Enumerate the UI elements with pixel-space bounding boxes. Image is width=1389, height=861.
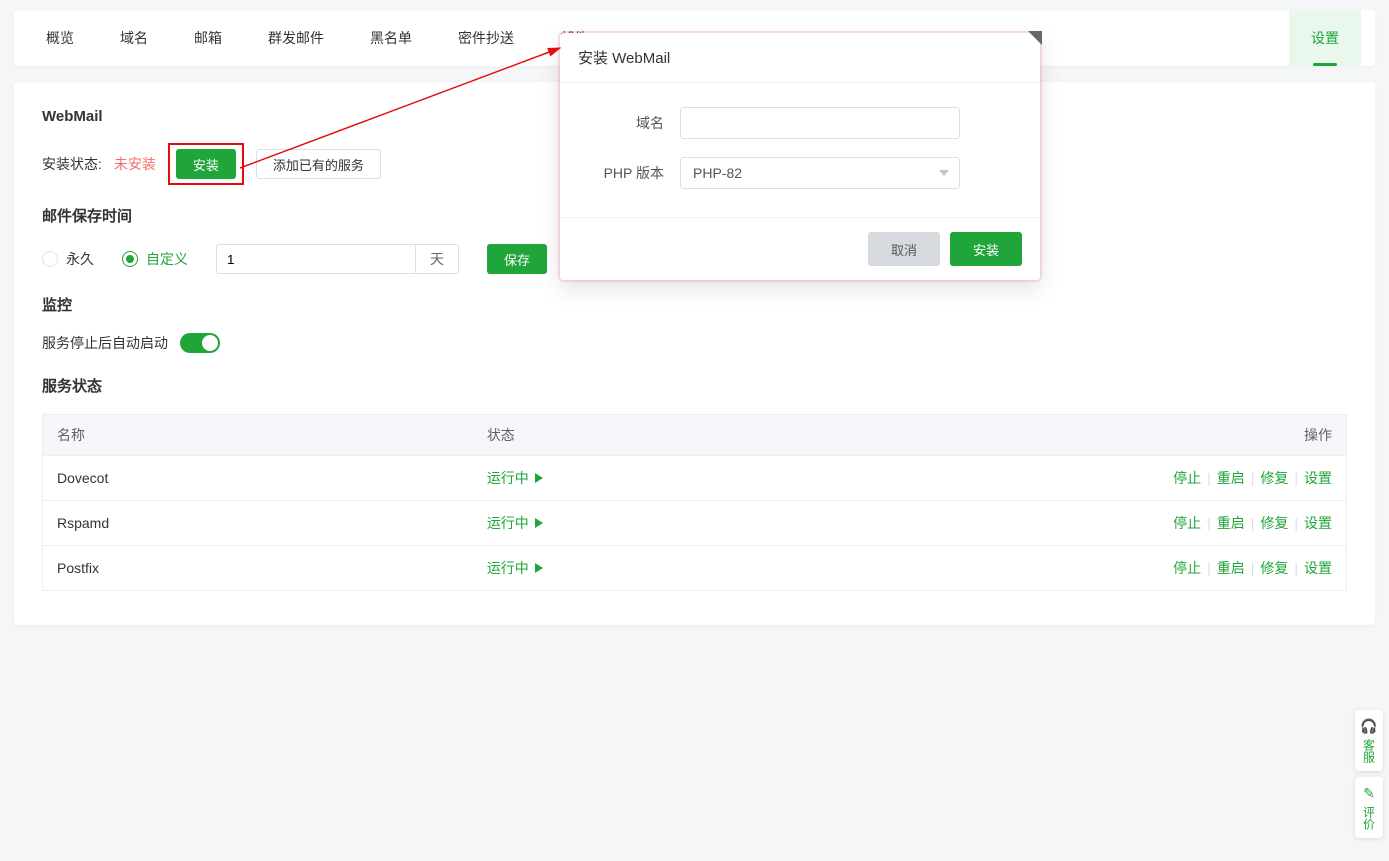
separator: | [1207,560,1211,576]
radio-custom[interactable]: 自定义 [122,249,188,269]
install-status-label: 安装状态: [42,154,102,174]
status-text: 运行中 [487,558,529,578]
tab-overview[interactable]: 概览 [28,10,92,66]
radio-forever[interactable]: 永久 [42,249,94,269]
svc-repair-link[interactable]: 修复 [1260,470,1288,486]
col-op: 操作 [1060,415,1347,456]
dialog-title-text: 安装 WebMail [578,50,670,67]
retention-value-input[interactable] [216,244,416,274]
monitor-title: 监控 [42,294,1347,315]
dialog-php-select[interactable]: PHP-82 [680,157,960,189]
dialog-title: 安装 WebMail [560,33,1040,83]
headset-icon: 🎧 [1360,718,1377,735]
separator: | [1251,515,1255,531]
retention-save-button[interactable]: 保存 [487,244,547,274]
svc-stop-link[interactable]: 停止 [1173,515,1201,531]
tab-domain[interactable]: 域名 [102,10,166,66]
retention-input-group: 天 [216,244,459,274]
svc-settings-link[interactable]: 设置 [1304,560,1332,576]
dialog-php-value: PHP-82 [693,165,742,181]
svc-ops: 停止 | 重启 | 修复 | 设置 [1060,546,1347,591]
install-button[interactable]: 安装 [176,149,236,179]
separator: | [1251,470,1255,486]
play-icon [535,563,543,573]
separator: | [1294,470,1298,486]
status-running: 运行中 [487,468,543,488]
separator: | [1294,560,1298,576]
svc-restart-link[interactable]: 重启 [1217,470,1245,486]
support-tile[interactable]: 🎧 客服 [1355,710,1383,771]
svc-ops: 停止 | 重启 | 修复 | 设置 [1060,456,1347,501]
svc-settings-link[interactable]: 设置 [1304,470,1332,486]
retention-unit: 天 [416,244,459,274]
dialog-php-label: PHP 版本 [584,163,680,183]
status-text: 运行中 [487,513,529,533]
radio-custom-label: 自定义 [146,249,188,269]
separator: | [1207,515,1211,531]
separator: | [1294,515,1298,531]
svc-name: Dovecot [43,456,473,501]
table-row: Rspamd 运行中 停止 | 重启 | 修复 | 设置 [43,501,1347,546]
install-button-highlight: 安装 [168,143,244,185]
svc-name: Postfix [43,546,473,591]
dialog-confirm-button[interactable]: 安装 [950,232,1022,266]
tab-settings-wrap: 设置 [1289,10,1361,66]
dialog-domain-label: 域名 [584,113,680,133]
support-label: 客服 [1361,739,1378,763]
feedback-tile[interactable]: ✎ 评价 [1355,777,1383,838]
svc-repair-link[interactable]: 修复 [1260,515,1288,531]
svc-status-cell: 运行中 [473,546,1060,591]
col-status: 状态 [473,415,1060,456]
edit-icon: ✎ [1363,785,1375,802]
separator: | [1207,470,1211,486]
table-row: Dovecot 运行中 停止 | 重启 | 修复 | 设置 [43,456,1347,501]
status-running: 运行中 [487,513,543,533]
svc-restart-link[interactable]: 重启 [1217,515,1245,531]
tab-mailbox[interactable]: 邮箱 [176,10,240,66]
play-icon [535,518,543,528]
svc-status-cell: 运行中 [473,501,1060,546]
chevron-down-icon [939,170,949,176]
dialog-domain-input[interactable] [680,107,960,139]
radio-dot-icon [122,251,138,267]
tab-blacklist[interactable]: 黑名单 [352,10,430,66]
separator: | [1251,560,1255,576]
col-name: 名称 [43,415,473,456]
tab-settings[interactable]: 设置 [1311,10,1339,66]
svc-stop-link[interactable]: 停止 [1173,470,1201,486]
play-icon [535,473,543,483]
auto-restart-label: 服务停止后自动启动 [42,333,168,353]
svc-settings-link[interactable]: 设置 [1304,515,1332,531]
svc-repair-link[interactable]: 修复 [1260,560,1288,576]
tab-bcc[interactable]: 密件抄送 [440,10,532,66]
svc-status-cell: 运行中 [473,456,1060,501]
dialog-close-icon[interactable] [1028,31,1042,45]
float-tiles: 🎧 客服 ✎ 评价 [1355,710,1383,838]
install-webmail-dialog: 安装 WebMail 域名 PHP 版本 PHP-82 取消 安装 [560,33,1040,280]
status-text: 运行中 [487,468,529,488]
svcstatus-title: 服务状态 [42,375,1347,396]
table-row: Postfix 运行中 停止 | 重启 | 修复 | 设置 [43,546,1347,591]
svc-name: Rspamd [43,501,473,546]
svc-restart-link[interactable]: 重启 [1217,560,1245,576]
status-running: 运行中 [487,558,543,578]
svc-stop-link[interactable]: 停止 [1173,560,1201,576]
radio-dot-icon [42,251,58,267]
radio-forever-label: 永久 [66,249,94,269]
dialog-cancel-button[interactable]: 取消 [868,232,940,266]
services-table: 名称 状态 操作 Dovecot运行中停止|重启|修复|设置Rspamd运行中停… [42,414,1347,591]
feedback-label: 评价 [1361,806,1378,830]
auto-restart-toggle[interactable] [180,333,220,353]
install-status-value: 未安装 [114,154,156,174]
add-existing-button[interactable]: 添加已有的服务 [256,149,381,179]
tab-bulk[interactable]: 群发邮件 [250,10,342,66]
svc-ops: 停止 | 重启 | 修复 | 设置 [1060,501,1347,546]
